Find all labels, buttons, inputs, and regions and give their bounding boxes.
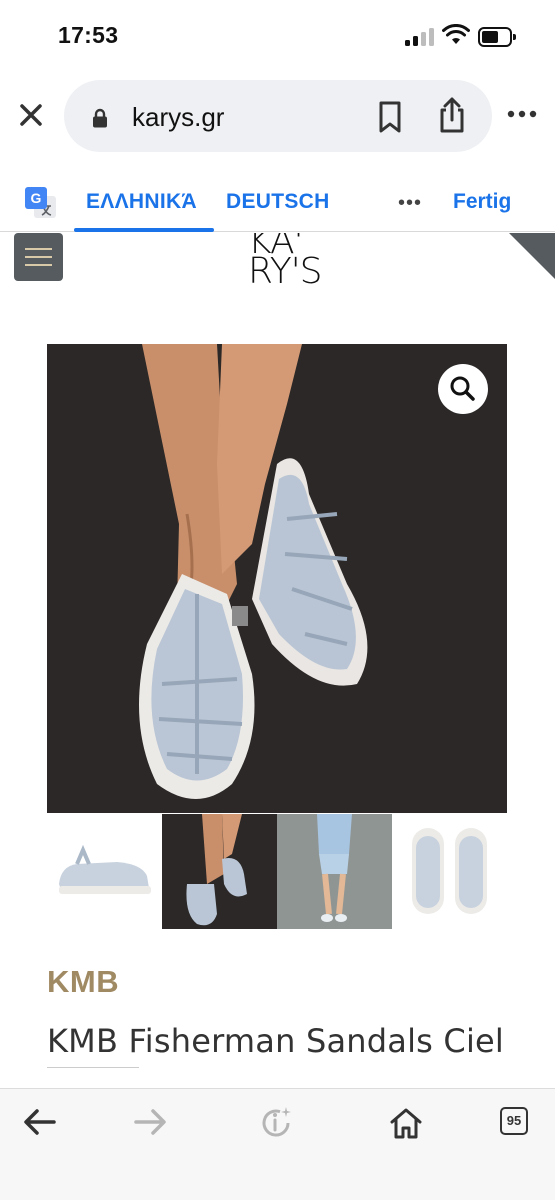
share-icon[interactable] <box>436 96 468 134</box>
translate-more-icon[interactable]: ••• <box>398 192 422 215</box>
browser-url-bar: karys.gr <box>0 76 555 156</box>
product-main-image[interactable] <box>47 344 507 813</box>
browser-toolbar: 95 <box>0 1088 555 1200</box>
thumbnail-4[interactable] <box>392 814 507 929</box>
google-translate-icon: G <box>25 187 56 218</box>
back-arrow-icon[interactable] <box>22 1105 58 1139</box>
zoom-button[interactable] <box>438 364 488 414</box>
thumbnail-2[interactable] <box>162 814 277 929</box>
site-logo[interactable]: KA' RY'S <box>248 233 328 297</box>
lock-icon <box>93 108 107 128</box>
url-text: karys.gr <box>132 102 225 132</box>
active-tab-indicator <box>74 228 214 232</box>
address-field[interactable]: karys.gr <box>64 80 492 152</box>
svg-text:G: G <box>31 190 42 206</box>
thumbnail-strip <box>47 814 507 929</box>
info-icon[interactable] <box>258 1105 294 1141</box>
menu-icon[interactable] <box>14 233 63 281</box>
home-icon[interactable] <box>388 1105 424 1141</box>
tab-deutsch[interactable]: DEUTSCH <box>226 190 330 214</box>
tabs-count-icon[interactable]: 95 <box>500 1107 528 1135</box>
corner-badge[interactable] <box>509 233 555 279</box>
bookmark-icon[interactable] <box>374 100 406 134</box>
sandals-photo <box>47 344 507 813</box>
more-icon[interactable] <box>504 102 540 126</box>
status-time: 17:53 <box>58 22 119 48</box>
wifi-icon <box>442 24 470 44</box>
title-divider <box>47 1067 139 1068</box>
logo-line-2: RY'S <box>248 251 322 292</box>
thumbnail-1[interactable] <box>47 814 162 929</box>
tab-greek[interactable]: ΕΛΛΗΝΙΚΆ <box>86 190 197 214</box>
battery-icon <box>478 27 516 47</box>
search-icon <box>450 376 475 401</box>
translate-bar: G ΕΛΛΗΝΙΚΆ DEUTSCH ••• Fertig <box>0 170 555 232</box>
forward-arrow-icon[interactable] <box>132 1105 168 1139</box>
status-bar: 17:53 <box>0 0 555 72</box>
site-header: KA' RY'S <box>0 233 555 323</box>
done-button[interactable]: Fertig <box>453 190 511 214</box>
product-title: KMB Fisherman Sandals Ciel <box>47 1022 505 1060</box>
cellular-signal-icon <box>405 28 435 46</box>
product-brand[interactable]: KMB <box>47 964 119 1000</box>
close-icon[interactable] <box>14 98 48 132</box>
thumbnail-3[interactable] <box>277 814 392 929</box>
